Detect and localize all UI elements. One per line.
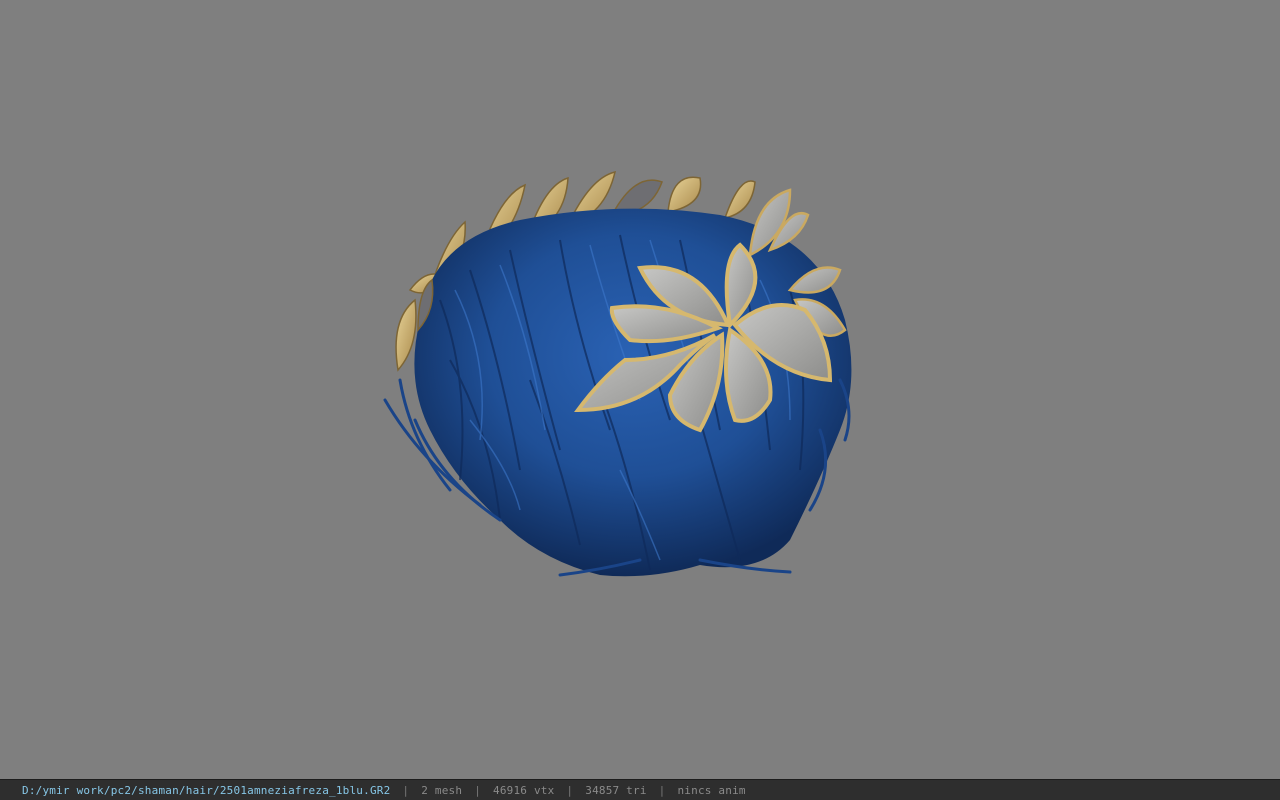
status-triangle-count: 34857 tri — [585, 783, 647, 797]
status-file-path: D:/ymir work/pc2/shaman/hair/2501amnezia… — [22, 783, 391, 797]
status-separator: | — [566, 783, 574, 797]
status-mesh-count: 2 mesh — [421, 783, 463, 797]
status-bar: D:/ymir work/pc2/shaman/hair/2501amnezia… — [0, 779, 1280, 800]
status-separator: | — [474, 783, 482, 797]
3d-viewport[interactable] — [0, 0, 1280, 779]
status-vertex-count: 46916 vtx — [493, 783, 555, 797]
hair-model[interactable] — [0, 0, 1280, 779]
status-animation: nincs anim — [677, 783, 746, 797]
status-separator: | — [658, 783, 666, 797]
status-separator: | — [402, 783, 410, 797]
